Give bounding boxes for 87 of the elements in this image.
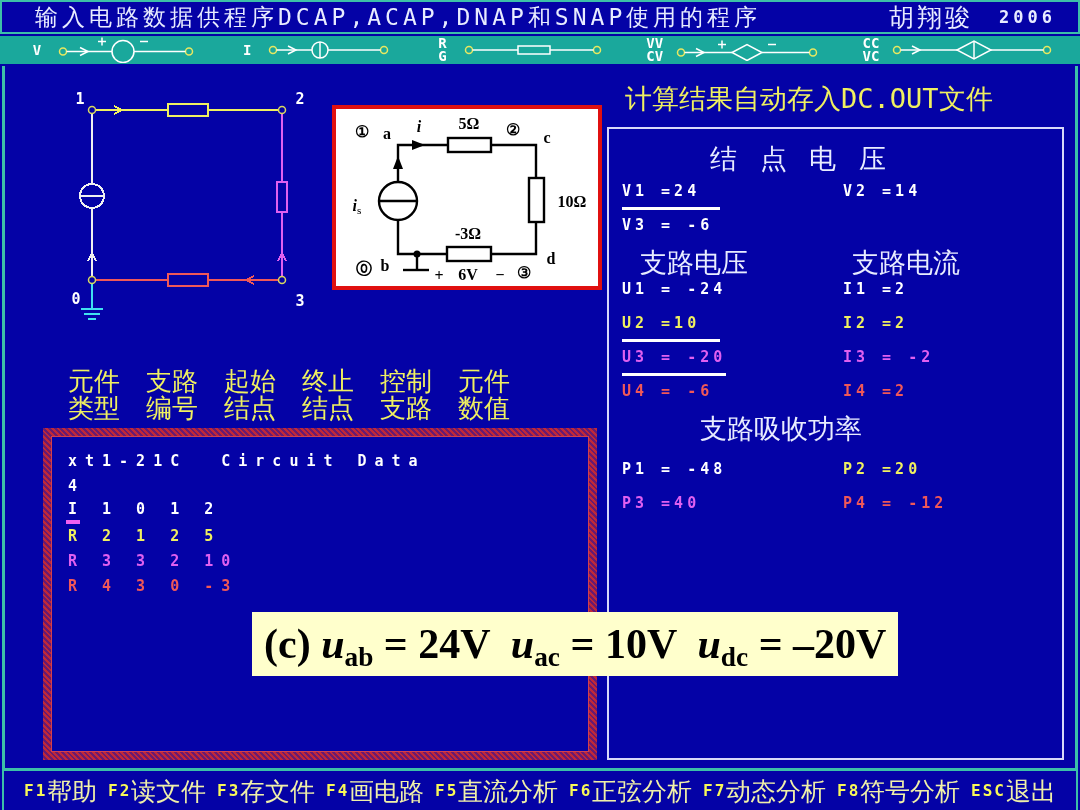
resistance-label: 10Ω xyxy=(557,194,587,210)
source-label: i$_{s}$ xyxy=(352,198,362,214)
column-header: 元件 类型 xyxy=(68,368,120,422)
section-title: 支路吸收功率 xyxy=(700,414,862,444)
author-name: 胡翔骏 xyxy=(889,1,974,34)
result-value: V1 =24 xyxy=(622,180,720,210)
data-line: 4 xyxy=(68,476,86,497)
current-label: i xyxy=(416,119,422,135)
voltage-label: 6V xyxy=(458,267,478,283)
column-header: 终止 结点 xyxy=(302,368,354,422)
result-value: U4 = -6 xyxy=(622,381,714,402)
result-value: U2 =10 xyxy=(622,312,720,342)
function-key-item[interactable]: F2读文件 xyxy=(108,775,207,806)
result-value: P1 = -48 xyxy=(622,459,727,480)
terminal-label: d xyxy=(546,251,556,267)
formula-caption: (c) u$_{ab}$ = 24V u$_{ac}$ = 10V u$_{dc}$ = –20V xyxy=(252,612,899,676)
results-heading: 计算结果自动存入DC.OUT文件 xyxy=(625,83,993,115)
function-key-item[interactable]: F6正弦分析 xyxy=(569,775,693,806)
node-label: 2 xyxy=(295,90,305,108)
function-key-item[interactable]: F8符号分析 xyxy=(837,775,961,806)
function-key-item[interactable]: F1帮助 xyxy=(24,775,98,806)
dependent-voltage-source-icon xyxy=(675,39,818,61)
current-source-icon xyxy=(268,41,390,59)
wire xyxy=(396,143,448,182)
node-number-label: ③ xyxy=(517,265,531,281)
result-value: I1 =2 xyxy=(843,279,909,300)
year-label: 2006 xyxy=(999,7,1056,27)
section-title: 支路电压 xyxy=(640,248,748,278)
current-source-symbol xyxy=(377,180,419,222)
section-title: 结 点 电 压 xyxy=(710,143,886,175)
ground-icon xyxy=(403,257,429,272)
program-title: 输入电路数据供程序DCAP,ACAP,DNAP和SNAP使用的程序 xyxy=(35,2,762,32)
dependent-current-source-icon xyxy=(892,40,1052,60)
node-label: 0 xyxy=(71,290,81,308)
result-value: P3 =40 xyxy=(622,493,701,514)
ground-icon xyxy=(80,283,104,320)
resistor-symbol xyxy=(527,176,546,224)
result-value: I3 = -2 xyxy=(843,347,935,368)
resistor-symbol xyxy=(445,245,493,263)
function-key-item[interactable]: F4画电路 xyxy=(326,775,425,806)
data-line: R 2 1 2 5 xyxy=(68,526,222,547)
voltage-source-icon xyxy=(58,37,194,63)
node-label: 1 xyxy=(75,90,85,108)
wire xyxy=(491,222,538,256)
resistor-icon xyxy=(463,45,602,55)
polarity-sign: − xyxy=(495,267,505,283)
result-value: U1 = -24 xyxy=(622,279,727,300)
node-label: 3 xyxy=(295,292,305,310)
function-key-item[interactable]: ESC 退出 xyxy=(971,775,1056,806)
function-key-item[interactable]: F3存文件 xyxy=(217,775,316,806)
data-line: xt1-21C Circuit Data xyxy=(68,451,426,472)
resistor-symbol xyxy=(446,136,493,154)
function-key-item[interactable]: F5直流分析 xyxy=(435,775,559,806)
node-ring-icon xyxy=(87,105,97,115)
data-line: R 4 3 0 -3 xyxy=(68,576,239,597)
arrowhead-icon xyxy=(393,156,403,169)
result-value: I4 =2 xyxy=(843,381,909,402)
function-key-item[interactable]: F7动态分析 xyxy=(703,775,827,806)
node-number-label: ① xyxy=(355,124,369,140)
node-number-label: ② xyxy=(506,122,520,138)
polarity-sign: + xyxy=(434,268,444,284)
terminal-label: a xyxy=(383,126,391,142)
arrowhead-icon xyxy=(412,140,425,150)
result-value: U3 = -20 xyxy=(622,346,727,376)
wire xyxy=(396,220,447,256)
column-header: 控制 支路 xyxy=(380,368,432,422)
terminal-label: b xyxy=(380,258,390,274)
result-value: V2 =14 xyxy=(843,181,922,202)
section-title: 支路电流 xyxy=(852,248,960,278)
result-value: I2 =2 xyxy=(843,313,909,334)
node-number-label: ⓪ xyxy=(356,261,372,277)
data-line: I 1 0 1 2 xyxy=(68,499,222,519)
column-header: 支路 编号 xyxy=(146,368,198,422)
resistance-label: -3Ω xyxy=(454,226,482,242)
node-ring-icon xyxy=(87,275,97,285)
column-header: 元件 数值 xyxy=(458,368,510,422)
resistance-label: 5Ω xyxy=(458,116,480,132)
node-ring-icon xyxy=(277,275,287,285)
node-ring-icon xyxy=(277,105,287,115)
result-value: V3 = -6 xyxy=(622,215,714,236)
junction-dot-icon xyxy=(413,250,421,258)
terminal-label: c xyxy=(543,130,551,146)
result-value: P2 =20 xyxy=(843,459,922,480)
wire xyxy=(491,143,538,178)
column-header: 起始 结点 xyxy=(224,368,276,422)
data-line: R 3 3 2 10 xyxy=(68,551,239,572)
result-value: P4 = -12 xyxy=(843,493,948,514)
